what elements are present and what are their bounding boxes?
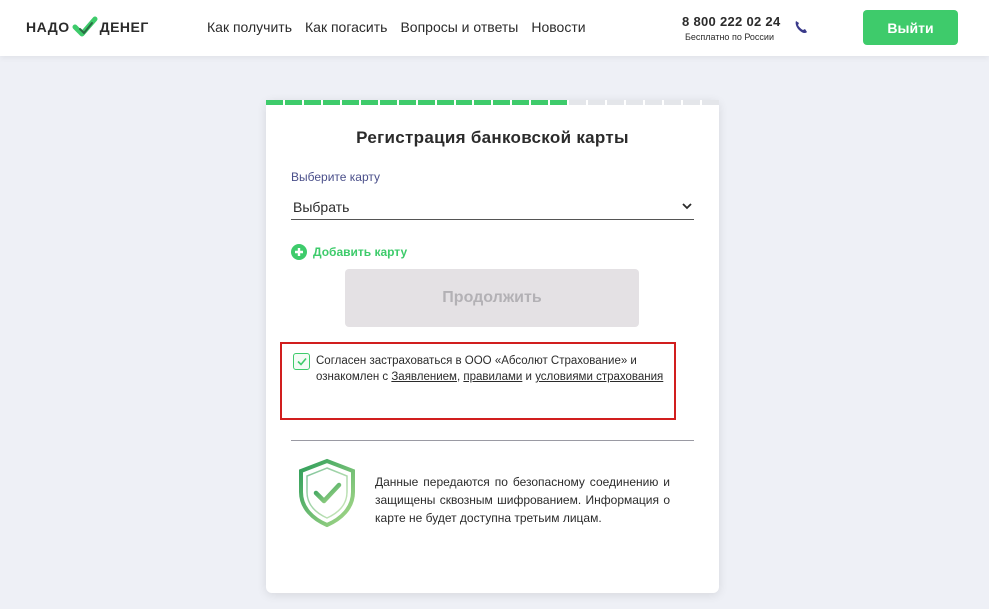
check-logo-icon <box>72 16 98 37</box>
continue-button[interactable]: Продолжить <box>345 269 639 327</box>
nav-how-to-get[interactable]: Как получить <box>207 19 292 35</box>
logo-text-right: ДЕНЕГ <box>99 19 149 35</box>
logo[interactable]: НАДО ДЕНЕГ <box>26 14 149 40</box>
link-statement[interactable]: Заявлением <box>391 371 457 383</box>
progress-segment <box>512 100 530 105</box>
progress-segment <box>550 100 568 105</box>
add-card-link[interactable]: Добавить карту <box>291 244 407 260</box>
chevron-down-icon <box>682 203 692 210</box>
progress-segment <box>266 100 283 105</box>
progress-segment <box>588 100 606 105</box>
progress-segment <box>664 100 681 105</box>
nav-news[interactable]: Новости <box>531 19 585 35</box>
progress-segment <box>569 100 587 105</box>
progress-segment <box>303 100 321 105</box>
phone-subtitle: Бесплатно по России <box>685 32 774 42</box>
progress-segment <box>645 100 663 105</box>
phone-block[interactable]: 8 800 222 02 24 Бесплатно по России <box>682 14 780 42</box>
card-select-value: Выбрать <box>293 199 350 215</box>
progress-segment <box>417 100 435 105</box>
main-nav: Как получить Как погасить Вопросы и отве… <box>207 19 586 35</box>
progress-segment <box>682 100 700 105</box>
progress-segment <box>493 100 511 105</box>
link-rules[interactable]: правилами <box>463 371 522 383</box>
add-card-label: Добавить карту <box>313 245 408 259</box>
security-notice: Данные передаются по безопасному соедине… <box>375 475 670 525</box>
progress-segment <box>531 100 549 105</box>
progress-segment <box>455 100 473 105</box>
nav-faq[interactable]: Вопросы и ответы <box>400 19 518 35</box>
nav-how-to-repay[interactable]: Как погасить <box>305 19 387 35</box>
progress-segment <box>284 100 302 105</box>
top-header: НАДО ДЕНЕГ Как получить Как погасить Воп… <box>0 0 989 56</box>
insurance-consent-highlight: Согласен застраховаться в ООО «Абсолют С… <box>280 342 676 420</box>
progress-segment <box>379 100 397 105</box>
progress-segment <box>626 100 644 105</box>
progress-segment <box>360 100 378 105</box>
progress-segment <box>436 100 454 105</box>
progress-segment <box>322 100 340 105</box>
progress-segment <box>341 100 359 105</box>
progress-segment <box>607 100 625 105</box>
checkmark-icon <box>297 357 307 366</box>
consent-text: Согласен застраховаться в ООО «Абсолют С… <box>316 353 668 385</box>
progress-bar <box>266 100 719 105</box>
link-conditions[interactable]: условиями страхования <box>535 371 663 383</box>
card-select[interactable]: Выбрать <box>291 196 694 220</box>
registration-card: Регистрация банковской карты Выберите ка… <box>266 100 719 593</box>
logout-button[interactable]: Выйти <box>863 10 958 45</box>
progress-segment <box>398 100 416 105</box>
select-card-label: Выберите карту <box>291 170 381 184</box>
consent-separator: и <box>522 371 536 383</box>
phone-icon[interactable] <box>793 19 809 35</box>
progress-segment <box>474 100 492 105</box>
logo-text-left: НАДО <box>26 19 70 35</box>
phone-number[interactable]: 8 800 222 02 24 <box>682 14 780 29</box>
divider <box>291 440 694 441</box>
shield-check-icon <box>299 458 355 528</box>
page-title: Регистрация банковской карты <box>356 128 629 147</box>
progress-segment <box>701 100 719 105</box>
plus-circle-icon <box>291 244 307 260</box>
consent-checkbox[interactable] <box>293 353 310 370</box>
